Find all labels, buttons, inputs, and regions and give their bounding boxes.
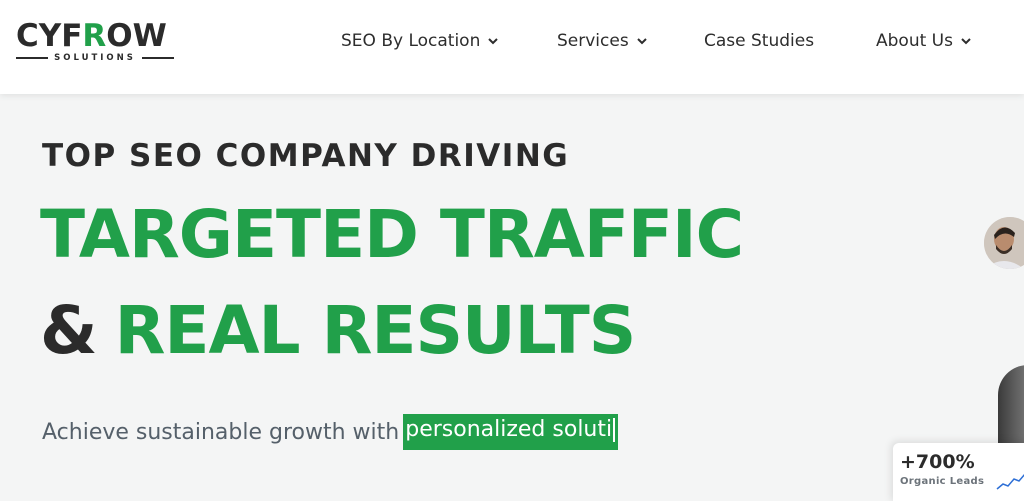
logo-divider-left <box>16 57 49 59</box>
hero-kicker: TOP SEO COMPANY DRIVING <box>42 138 570 174</box>
main-nav: SEO By Location Services Case Studies Ab… <box>0 31 1024 55</box>
hero-headline-line2-text: REAL RESULTS <box>114 292 637 369</box>
growth-chart-icon <box>996 474 1024 490</box>
nav-label: Case Studies <box>704 31 815 51</box>
nav-item-about-us[interactable]: About Us <box>876 31 972 51</box>
chevron-down-icon <box>636 38 647 45</box>
hero-sub-static: Achieve sustainable growth with <box>42 419 400 445</box>
hero-ampersand: & <box>40 292 98 369</box>
nav-item-case-studies[interactable]: Case Studies <box>704 31 814 51</box>
logo-divider-right <box>141 57 175 59</box>
stat-value: +700% <box>900 451 975 473</box>
stat-card: +700% Organic Leads <box>893 443 1024 501</box>
typing-caret <box>613 417 616 442</box>
team-avatar <box>984 217 1024 269</box>
chevron-down-icon <box>488 38 499 45</box>
chevron-down-icon <box>961 38 971 45</box>
nav-label: About Us <box>876 31 953 51</box>
hero-sub-typed: personalized soluti <box>403 414 619 450</box>
nav-item-seo-by-location[interactable]: SEO By Location <box>341 31 499 51</box>
hero-subheadline: Achieve sustainable growth with personal… <box>42 414 619 450</box>
stat-label: Organic Leads <box>900 476 985 487</box>
hero-headline-line1: TARGETED TRAFFIC <box>40 196 744 273</box>
site-header: CYFROW SOLUTIONS SEO By Location Service… <box>0 0 1024 94</box>
nav-item-services[interactable]: Services <box>557 31 648 51</box>
hero-headline-line2: & REAL RESULTS <box>40 292 637 370</box>
nav-label: SEO By Location <box>341 31 481 51</box>
person-photo-icon <box>984 217 1024 269</box>
nav-label: Services <box>557 31 629 51</box>
hero-sub-typed-text: personalized soluti <box>405 417 613 442</box>
